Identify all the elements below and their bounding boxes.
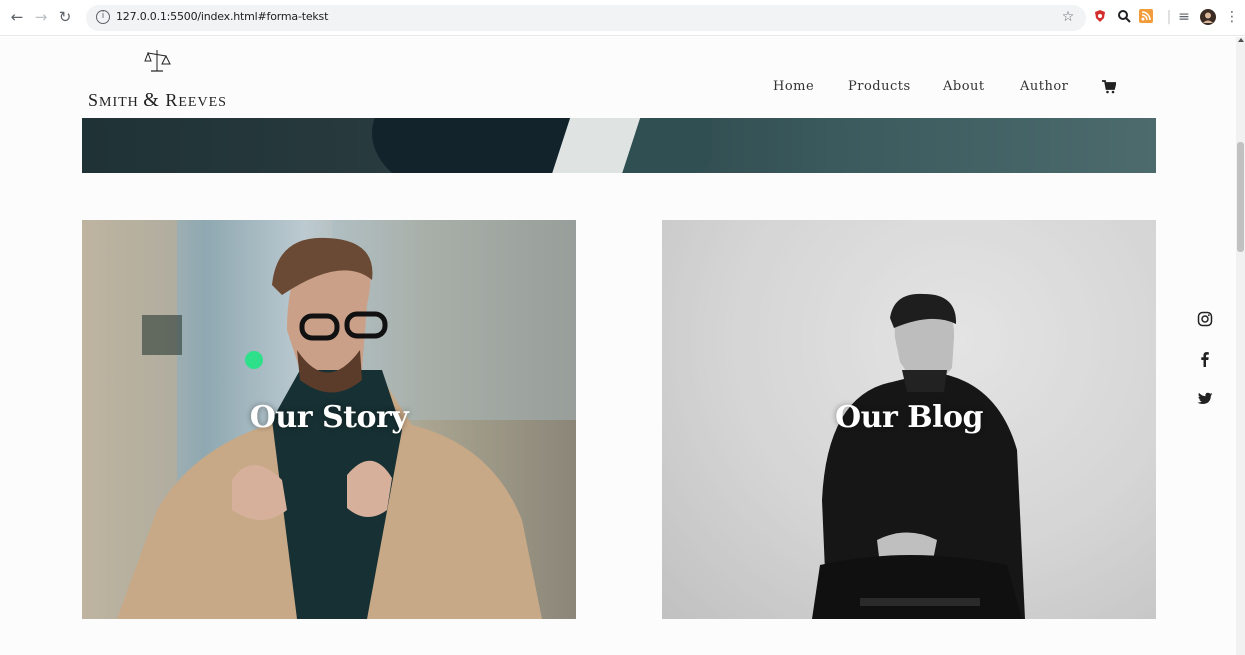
twitter-icon[interactable] (1197, 391, 1213, 407)
toolbar-divider: | (1166, 9, 1172, 25)
our-blog-title: Our Blog (835, 400, 983, 435)
hero-banner-image (82, 118, 1156, 173)
browser-menu-icon[interactable]: ⋮ (1224, 9, 1240, 25)
nav-author[interactable]: Author (1020, 79, 1068, 94)
scrollbar-thumb[interactable] (1237, 142, 1244, 252)
back-arrow-icon[interactable]: ← (8, 8, 26, 26)
info-icon[interactable]: i (96, 10, 110, 24)
rss-extension-icon[interactable] (1138, 9, 1154, 25)
forward-arrow-icon[interactable]: → (32, 8, 50, 26)
url-text: 127.0.0.1:5500/index.html#forma-tekst (116, 10, 329, 23)
avatar[interactable] (1200, 9, 1216, 25)
our-story-title: Our Story (249, 400, 409, 435)
search-extension-icon[interactable] (1116, 9, 1132, 25)
brand-name: SMITH & REEVES (88, 89, 227, 111)
nav-home[interactable]: Home (773, 79, 814, 94)
nav-about[interactable]: About (943, 79, 985, 94)
browser-toolbar: ← → ↻ i 127.0.0.1:5500/index.html#forma-… (0, 0, 1245, 36)
instagram-icon[interactable] (1197, 311, 1213, 327)
scroll-up-arrow[interactable] (1238, 38, 1244, 42)
media-queue-icon[interactable]: ≡ (1176, 9, 1192, 25)
nav-products[interactable]: Products (848, 79, 911, 94)
our-blog-card[interactable]: Our Blog (662, 220, 1156, 619)
our-story-card[interactable]: Our Story (82, 220, 576, 619)
star-icon[interactable]: ☆ (1060, 9, 1076, 25)
address-bar[interactable]: i 127.0.0.1:5500/index.html#forma-tekst (86, 5, 1086, 31)
facebook-icon[interactable] (1197, 351, 1213, 367)
scales-icon (144, 50, 171, 72)
shield-extension-icon[interactable] (1092, 9, 1108, 25)
page-scrollbar[interactable] (1236, 37, 1245, 655)
page: SMITH & REEVES Home Products About Autho… (0, 37, 1236, 655)
cart-icon[interactable] (1102, 80, 1117, 99)
reload-icon[interactable]: ↻ (56, 8, 74, 26)
